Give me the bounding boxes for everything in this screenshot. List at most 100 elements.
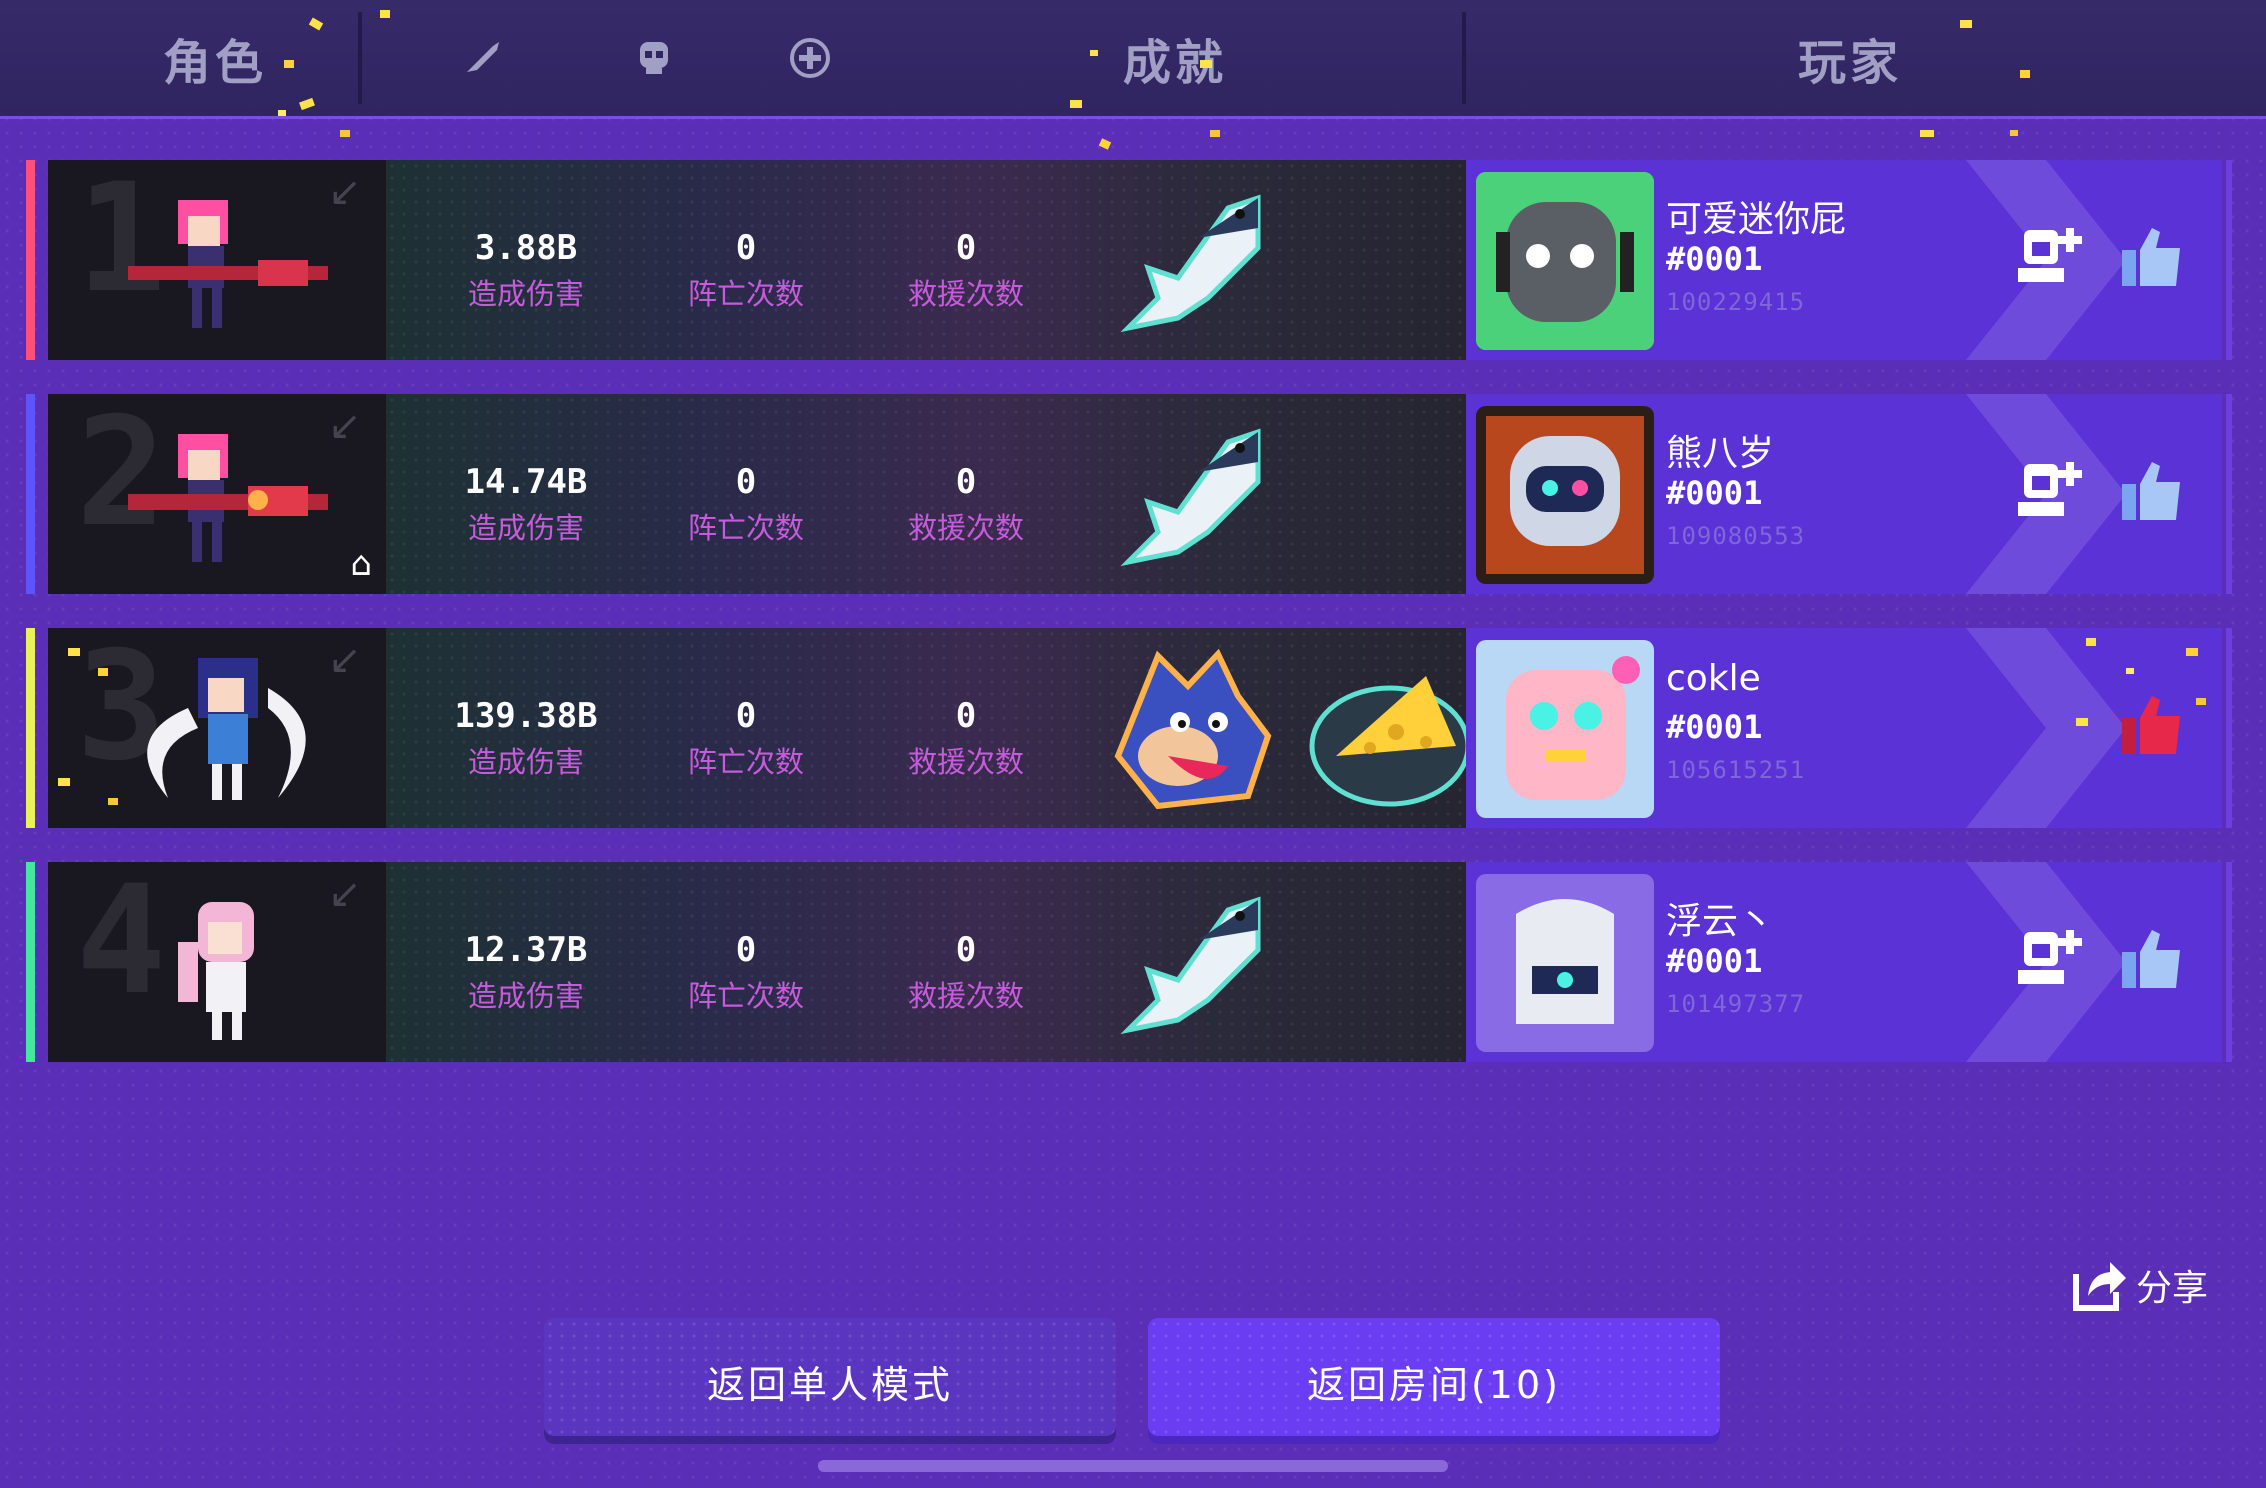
- deaths-label: 阵亡次数: [687, 511, 804, 545]
- result-row-1: 1 ↙ 3.88B 造成伤害 0 阵亡次数 0 救援次数 可爱迷你屁 #0001…: [26, 160, 2232, 360]
- player-tag: #0001: [1666, 240, 1763, 278]
- player-id: 109080553: [1666, 522, 1806, 550]
- player-id: 100229415: [1666, 288, 1806, 316]
- player-name: 熊八岁: [1666, 433, 1775, 474]
- player-avatar[interactable]: [1476, 874, 1654, 1052]
- fish-badge[interactable]: [1108, 178, 1276, 346]
- plus-circle-icon[interactable]: [787, 35, 833, 81]
- player-name: 可爱迷你屁: [1666, 199, 1847, 240]
- player-tag: #0001: [1666, 474, 1763, 512]
- row-edge: [2226, 160, 2232, 360]
- character-cell: 4 ↙: [48, 862, 386, 1062]
- row-edge: [2226, 394, 2232, 594]
- sword-icon[interactable]: [460, 35, 506, 81]
- share-icon: [2073, 1262, 2126, 1311]
- confetti-effect: [278, 10, 390, 137]
- player-name: 浮云丶: [1666, 901, 1775, 942]
- rescues-stat: 0 救援次数: [866, 696, 1066, 782]
- confetti-effect: [1920, 20, 2030, 137]
- damage-label: 造成伤害: [467, 979, 584, 1013]
- back-to-room-label: 返回房间(10): [1306, 1362, 1561, 1407]
- skull-icon[interactable]: [631, 35, 677, 81]
- rescues-stat: 0 救援次数: [866, 930, 1066, 1016]
- confetti-effect: [2076, 638, 2206, 726]
- thumbs-up-icon[interactable]: [2116, 456, 2186, 526]
- character-sprite: [178, 902, 254, 1040]
- player-panel: 熊八岁 #0001 109080553: [1466, 394, 2222, 594]
- home-indicator[interactable]: [818, 1460, 1448, 1472]
- collapse-arrow-icon[interactable]: ↙: [328, 874, 368, 914]
- player-avatar[interactable]: [1476, 406, 1654, 584]
- player-tag: #0001: [1666, 708, 1763, 746]
- wolf-badge[interactable]: [1108, 646, 1276, 814]
- rank-accent-bar: [26, 628, 35, 828]
- rescues-value: 0: [955, 228, 977, 268]
- damage-label: 造成伤害: [467, 745, 584, 779]
- back-to-room-button[interactable]: 返回房间(10): [1148, 1318, 1720, 1444]
- damage-stat: 14.74B 造成伤害: [426, 462, 626, 548]
- add-friend-icon[interactable]: [2014, 924, 2084, 994]
- deaths-value: 0: [735, 930, 757, 970]
- collapse-arrow-icon[interactable]: ↙: [328, 406, 368, 446]
- stats-panel: 12.37B 造成伤害 0 阵亡次数 0 救援次数: [386, 862, 1486, 1062]
- fish-badge[interactable]: [1108, 412, 1276, 580]
- rescues-stat: 0 救援次数: [866, 462, 1066, 548]
- tab-divider: [1462, 12, 1466, 104]
- collapse-arrow-icon[interactable]: ↙: [328, 172, 368, 212]
- result-row-2: 2 ↙ ⌂ 14.74B 造成伤害 0 阵亡次数 0 救援次数 熊八岁 #000…: [26, 394, 2232, 594]
- deaths-stat: 0 阵亡次数: [646, 228, 846, 314]
- thumbs-up-icon[interactable]: [2116, 924, 2186, 994]
- deaths-stat: 0 阵亡次数: [646, 930, 846, 1016]
- rescues-label: 救援次数: [907, 979, 1024, 1013]
- damage-stat: 139.38B 造成伤害: [426, 696, 626, 782]
- rescues-label: 救援次数: [907, 511, 1024, 545]
- rescues-value: 0: [955, 462, 977, 502]
- result-row-3: 3 ↙ 139.38B 造成伤害 0 阵亡次数 0 救援次数 cokle #00…: [26, 628, 2232, 828]
- back-to-single-mode-label: 返回单人模式: [706, 1362, 953, 1407]
- player-avatar[interactable]: [1476, 640, 1654, 818]
- deaths-label: 阵亡次数: [687, 979, 804, 1013]
- stats-panel: 14.74B 造成伤害 0 阵亡次数 0 救援次数: [386, 394, 1486, 594]
- back-to-single-mode-button[interactable]: 返回单人模式: [544, 1318, 1116, 1444]
- tab-role-label: 角色: [162, 35, 267, 91]
- deaths-stat: 0 阵亡次数: [646, 696, 846, 782]
- character-sprite: [128, 434, 328, 562]
- row-edge: [2226, 862, 2232, 1062]
- host-house-icon: ⌂: [350, 544, 372, 584]
- stats-panel: 139.38B 造成伤害 0 阵亡次数 0 救援次数: [386, 628, 1486, 828]
- rescues-label: 救援次数: [907, 745, 1024, 779]
- collapse-arrow-icon[interactable]: ↙: [328, 640, 368, 680]
- thumbs-up-icon[interactable]: [2116, 222, 2186, 292]
- result-row-4: 4 ↙ 12.37B 造成伤害 0 阵亡次数 0 救援次数 浮云丶 #0001 …: [26, 862, 2232, 1062]
- add-friend-icon[interactable]: [2014, 222, 2084, 292]
- player-panel: 可爱迷你屁 #0001 100229415: [1466, 160, 2222, 360]
- rescues-value: 0: [955, 696, 977, 736]
- rank-accent-bar: [26, 394, 35, 594]
- damage-stat: 3.88B 造成伤害: [426, 228, 626, 314]
- character-cell: 3 ↙: [48, 628, 386, 828]
- row-edge: [2226, 628, 2232, 828]
- confetti-effect: [58, 648, 118, 805]
- fish-badge[interactable]: [1108, 880, 1276, 1048]
- damage-label: 造成伤害: [467, 277, 584, 311]
- stats-panel: 3.88B 造成伤害 0 阵亡次数 0 救援次数: [386, 160, 1486, 360]
- player-avatar[interactable]: [1476, 172, 1654, 350]
- character-sprite: [128, 200, 328, 328]
- deaths-label: 阵亡次数: [687, 277, 804, 311]
- share-label: 分享: [2136, 1268, 2209, 1309]
- cheese-badge[interactable]: [1306, 646, 1474, 814]
- share-button[interactable]: 分享: [2070, 1256, 2208, 1314]
- player-panel: 浮云丶 #0001 101497377: [1466, 862, 2222, 1062]
- player-tag: #0001: [1666, 942, 1763, 980]
- player-id: 101497377: [1666, 990, 1806, 1018]
- player-id: 105615251: [1666, 756, 1806, 784]
- damage-value: 14.74B: [464, 462, 588, 502]
- rescues-value: 0: [955, 930, 977, 970]
- deaths-value: 0: [735, 462, 757, 502]
- add-friend-icon[interactable]: [2014, 456, 2084, 526]
- rank-accent-bar: [26, 862, 35, 1062]
- deaths-value: 0: [735, 696, 757, 736]
- rescues-stat: 0 救援次数: [866, 228, 1066, 314]
- damage-stat: 12.37B 造成伤害: [426, 930, 626, 1016]
- damage-value: 139.38B: [454, 696, 598, 736]
